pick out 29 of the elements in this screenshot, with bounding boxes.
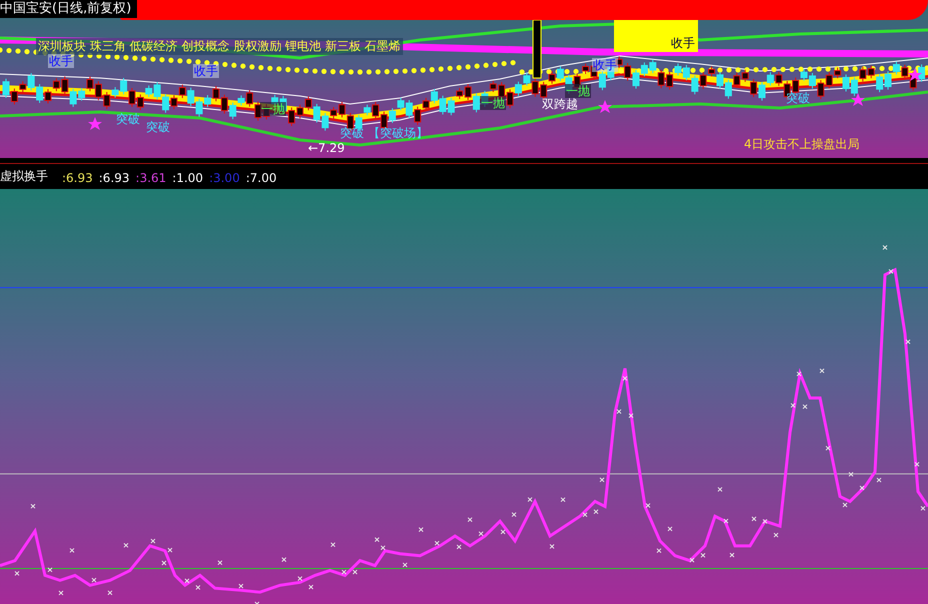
star-icon [851,93,865,106]
star-icon [598,100,612,113]
signal-label: 【突破场】 [368,126,428,140]
signal-label: 突破 [340,126,364,140]
stock-title: 中国宝安(日线,前复权) [0,0,138,18]
star-icon [908,68,922,81]
signal-label: 收手 [671,36,695,50]
signal-label: 双跨越 [542,97,578,111]
signal-label: 收手 [193,64,219,78]
sector-tags: 深圳板块 珠三角 低碳经济 创投概念 股权激励 锂电池 新三板 石墨烯 [36,38,403,55]
star-icon [88,117,102,130]
signal-label: 一抛 [480,96,506,110]
indicator-value: :6.93 [98,171,130,185]
indicator-value: :7.00 [246,171,277,185]
signal-label: 收手 [48,54,74,68]
signal-label: ←7.29 [308,141,345,155]
signal-label: 一抛 [260,102,286,116]
signal-label: 收手 [592,58,618,72]
indicator-value: :3.61 [136,171,166,185]
signal-label: 突破 [786,91,810,105]
indicator-value: :6.93 [62,171,93,185]
signal-label: 突破 [116,112,140,126]
indicator-value: :3.00 [209,171,240,185]
indicator-value: :1.00 [172,171,204,185]
signal-label: 突破 [146,120,170,134]
signal-label: 4日攻击不上操盘出局 [744,137,860,151]
signal-label: 一抛 [565,84,591,98]
indicator-name: 虚拟换手 [0,168,48,185]
volume-bar [532,20,542,78]
